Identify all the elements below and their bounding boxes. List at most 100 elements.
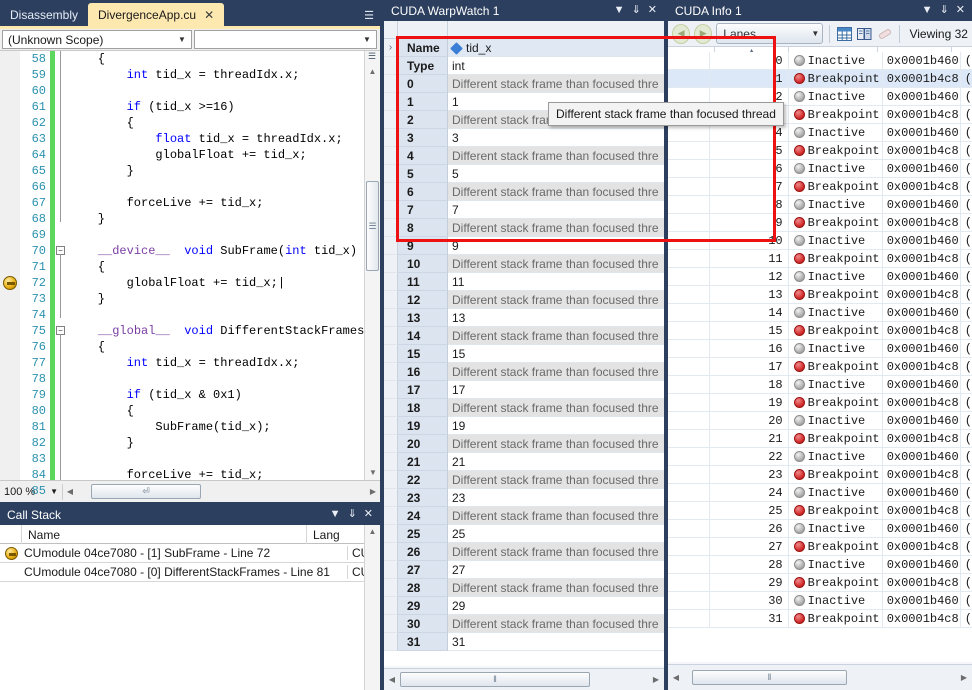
table-row[interactable]: 14Inactive0x0001b460( [668, 304, 972, 322]
code-line[interactable]: globalFloat += tid_x; [55, 147, 380, 163]
close-icon[interactable]: ✕ [204, 8, 214, 22]
lane-value-cell[interactable]: int [448, 57, 664, 75]
table-row[interactable]: 2929 [384, 597, 664, 615]
code-line[interactable]: } [55, 435, 380, 451]
code-line[interactable]: { [55, 403, 380, 419]
code-line[interactable]: forceLive += tid_x; [55, 467, 380, 480]
lane-value-cell[interactable]: Different stack frame than focused thre [448, 363, 664, 381]
table-row[interactable]: 27Breakpoint0x0001b4c8( [668, 538, 972, 556]
table-row[interactable]: 3131 [384, 633, 664, 651]
table-row[interactable]: 23Breakpoint0x0001b4c8( [668, 466, 972, 484]
lane-value-cell[interactable]: Different stack frame than focused thre [448, 615, 664, 633]
lane-value-cell[interactable]: Different stack frame than focused thre [448, 579, 664, 597]
cuda-info-grid[interactable]: 0Inactive0x0001b460(1Breakpoint0x0001b4c… [668, 52, 972, 662]
lane-value-cell[interactable]: 9 [448, 237, 664, 255]
warpwatch-grid[interactable]: ›Nametid_xTypeint0Different stack frame … [384, 39, 664, 666]
table-row[interactable]: 20Different stack frame than focused thr… [384, 435, 664, 453]
pane-menu-icon[interactable]: ▼ [922, 5, 933, 16]
code-line[interactable]: if (tid_x >=16) [55, 99, 380, 115]
table-row[interactable]: 2323 [384, 489, 664, 507]
table-row[interactable]: 6Inactive0x0001b460( [668, 160, 972, 178]
lane-value-cell[interactable]: Different stack frame than focused thre [448, 327, 664, 345]
grid-icon[interactable] [836, 25, 852, 43]
table-row[interactable]: 0Different stack frame than focused thre [384, 75, 664, 93]
table-row[interactable]: 16Different stack frame than focused thr… [384, 363, 664, 381]
table-row[interactable]: 28Different stack frame than focused thr… [384, 579, 664, 597]
cuda-info-horizontal-scrollbar[interactable]: ◀ ‖ ▶ [668, 664, 972, 690]
pane-menu-icon[interactable]: ▼ [614, 5, 625, 16]
code-line[interactable]: { [55, 259, 380, 275]
code-line[interactable] [55, 307, 380, 323]
lane-value-cell[interactable]: Different stack frame than focused thre [448, 147, 664, 165]
table-row[interactable]: 1717 [384, 381, 664, 399]
lane-value-cell[interactable]: 29 [448, 597, 664, 615]
code-line[interactable] [55, 451, 380, 467]
code-line[interactable]: } [55, 291, 380, 307]
pane-menu-icon[interactable]: ▼ [330, 509, 341, 520]
lane-value-cell[interactable]: 19 [448, 417, 664, 435]
code-line[interactable]: globalFloat += tid_x;| [55, 275, 380, 291]
table-row[interactable]: 4Different stack frame than focused thre [384, 147, 664, 165]
table-row[interactable]: 99 [384, 237, 664, 255]
code-line[interactable]: } [55, 211, 380, 227]
table-row[interactable]: 30Inactive0x0001b460( [668, 592, 972, 610]
table-row[interactable]: 22Inactive0x0001b460( [668, 448, 972, 466]
table-row[interactable]: 16Inactive0x0001b460( [668, 340, 972, 358]
lane-value-cell[interactable]: 15 [448, 345, 664, 363]
table-row[interactable]: 1Breakpoint0x0001b4c8( [668, 70, 972, 88]
code-line[interactable]: __device__ void SubFrame(int tid_x) [55, 243, 380, 259]
table-row[interactable]: 31Breakpoint0x0001b4c8( [668, 610, 972, 628]
table-row[interactable]: 6Different stack frame than focused thre [384, 183, 664, 201]
hscroll-thumb[interactable]: ⏎ [91, 484, 201, 499]
warpwatch-hscroll-thumb[interactable]: ‖ [400, 672, 590, 687]
lane-value-cell[interactable]: Different stack frame than focused thre [448, 255, 664, 273]
current-statement-arrow-icon[interactable] [3, 276, 17, 290]
lane-value-cell[interactable]: Different stack frame than focused thre [448, 507, 664, 525]
table-row[interactable]: 19Breakpoint0x0001b4c8( [668, 394, 972, 412]
table-row[interactable]: CUmodule 04ce7080 - [0] DifferentStackFr… [0, 563, 380, 582]
table-row[interactable]: 18Inactive0x0001b460( [668, 376, 972, 394]
table-row[interactable]: 2121 [384, 453, 664, 471]
table-row[interactable]: 20Inactive0x0001b460( [668, 412, 972, 430]
lane-value-cell[interactable]: 27 [448, 561, 664, 579]
scroll-left-icon[interactable]: ◀ [63, 487, 77, 496]
lane-value-cell[interactable]: 13 [448, 309, 664, 327]
eraser-icon[interactable] [876, 25, 892, 43]
lane-value-cell[interactable]: Different stack frame than focused thre [448, 291, 664, 309]
table-row[interactable]: 4Inactive0x0001b460( [668, 124, 972, 142]
table-row[interactable]: 2727 [384, 561, 664, 579]
code-line[interactable] [55, 371, 380, 387]
pin-icon[interactable]: ⇓ [348, 509, 357, 520]
table-row[interactable]: ›Nametid_x [384, 39, 664, 57]
code-line[interactable]: int tid_x = threadIdx.x; [55, 67, 380, 83]
close-icon[interactable]: ✕ [648, 5, 657, 16]
lane-value-cell[interactable]: 17 [448, 381, 664, 399]
table-row[interactable]: 9Breakpoint0x0001b4c8( [668, 214, 972, 232]
scroll-left-icon[interactable]: ◀ [384, 675, 400, 684]
editor-scroll-thumb[interactable]: ☰ [366, 181, 379, 271]
table-row[interactable]: 17Breakpoint0x0001b4c8( [668, 358, 972, 376]
table-row[interactable]: 7Breakpoint0x0001b4c8( [668, 178, 972, 196]
table-row[interactable]: Typeint [384, 57, 664, 75]
code-line[interactable] [55, 83, 380, 99]
code-line[interactable]: if (tid_x & 0x1) [55, 387, 380, 403]
col-name[interactable]: Name [22, 525, 307, 544]
col-lang[interactable]: Lang [307, 525, 364, 544]
table-row[interactable]: 10Different stack frame than focused thr… [384, 255, 664, 273]
code-line[interactable] [55, 227, 380, 243]
code-line[interactable]: forceLive += tid_x; [55, 195, 380, 211]
table-row[interactable]: 55 [384, 165, 664, 183]
split-view-icon[interactable]: ☰ [365, 51, 379, 65]
table-row[interactable]: 14Different stack frame than focused thr… [384, 327, 664, 345]
table-row[interactable]: 15Breakpoint0x0001b4c8( [668, 322, 972, 340]
tab-disassembly[interactable]: Disassembly [0, 4, 88, 26]
code-line[interactable]: { [55, 115, 380, 131]
member-dropdown[interactable]: ▼ [194, 30, 377, 49]
scroll-up-icon[interactable]: ▲ [365, 525, 380, 539]
table-row[interactable]: 8Inactive0x0001b460( [668, 196, 972, 214]
editor-horizontal-scrollbar[interactable]: ◀ ⏎ ▶ [62, 484, 380, 500]
book-icon[interactable] [856, 25, 872, 43]
tab-divergenceapp-cu[interactable]: DivergenceApp.cu ✕ [88, 3, 224, 26]
tab-overflow-icon[interactable]: ☰ [364, 9, 374, 22]
lane-value-cell[interactable]: 31 [448, 633, 664, 651]
